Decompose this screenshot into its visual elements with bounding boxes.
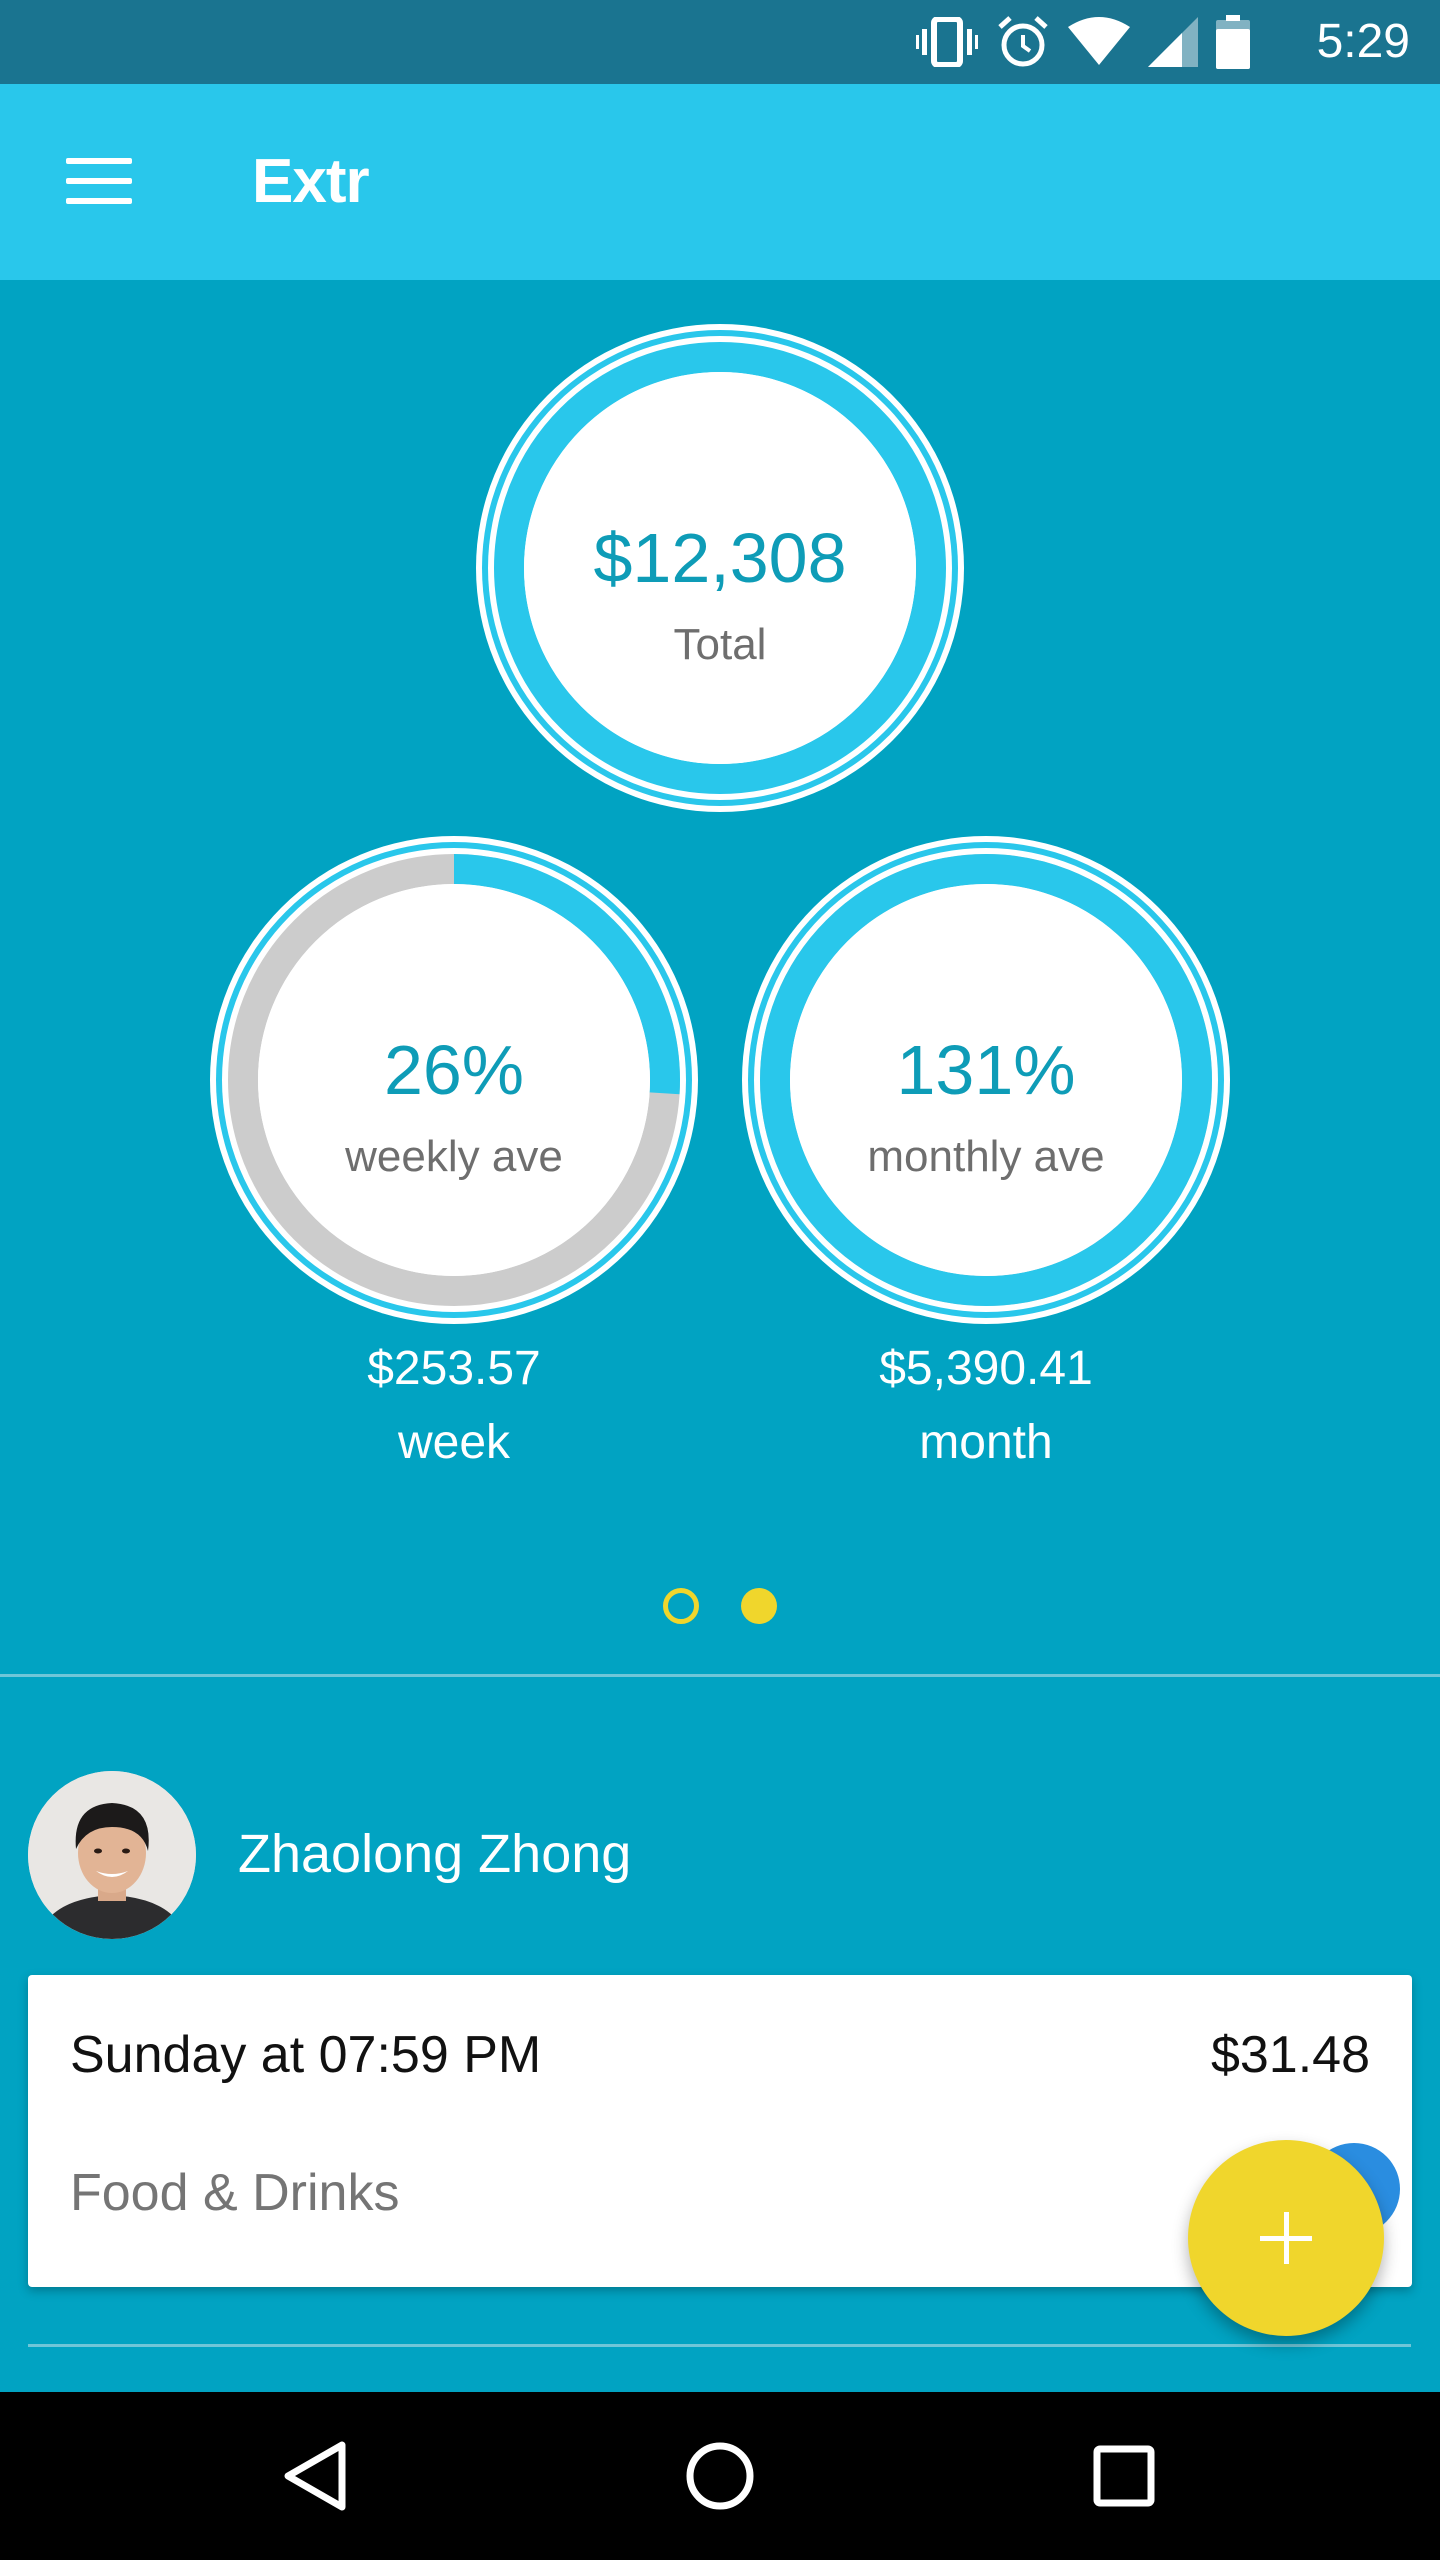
recents-icon[interactable] xyxy=(1074,2426,1174,2526)
navigation-bar xyxy=(0,2392,1440,2560)
alarm-icon xyxy=(998,16,1048,67)
page-indicator-1[interactable] xyxy=(663,1588,699,1624)
transaction-date: Sunday at 07:59 PM xyxy=(70,2026,542,2084)
monthly-summary: $5,390.41 month xyxy=(786,1332,1186,1480)
monthly-amount: $5,390.41 xyxy=(879,1342,1093,1395)
home-icon[interactable] xyxy=(670,2426,770,2526)
app-bar: Extr xyxy=(0,84,1440,280)
signal-icon xyxy=(1148,17,1198,67)
total-ring[interactable]: $12,308 Total xyxy=(474,322,966,814)
status-bar: 5:29 xyxy=(0,0,1440,84)
section-divider xyxy=(0,1674,1440,1677)
total-label: Total xyxy=(673,620,767,669)
weekly-ring[interactable]: 26% weekly ave xyxy=(208,834,700,1326)
monthly-percent: 131% xyxy=(896,1031,1076,1109)
add-expense-button[interactable] xyxy=(1188,2140,1384,2336)
weekly-summary: $253.57 week xyxy=(254,1332,654,1480)
status-icons xyxy=(916,14,1250,70)
battery-icon xyxy=(1216,15,1250,69)
weekly-label: weekly ave xyxy=(345,1132,563,1181)
avatar[interactable] xyxy=(28,1771,196,1939)
back-icon[interactable] xyxy=(266,2426,366,2526)
wifi-icon xyxy=(1068,17,1130,65)
app-title: Extr xyxy=(252,147,370,216)
monthly-period: month xyxy=(919,1416,1053,1469)
hamburger-menu-icon[interactable] xyxy=(50,146,146,218)
transaction-amount: $31.48 xyxy=(1210,2026,1370,2084)
user-name[interactable]: Zhaolong Zhong xyxy=(238,1820,631,1888)
user-photo xyxy=(28,1771,196,1939)
status-time: 5:29 xyxy=(1316,15,1410,68)
weekly-period: week xyxy=(397,1416,511,1469)
total-value: $12,308 xyxy=(593,519,847,597)
vibrate-icon xyxy=(916,17,978,67)
monthly-label: monthly ave xyxy=(867,1132,1105,1181)
monthly-ring[interactable]: 131% monthly ave xyxy=(740,834,1232,1326)
page-indicator-2[interactable] xyxy=(741,1588,777,1624)
weekly-percent: 26% xyxy=(383,1031,525,1109)
list-divider xyxy=(28,2344,1411,2347)
transaction-category: Food & Drinks xyxy=(70,2164,400,2222)
weekly-amount: $253.57 xyxy=(367,1342,541,1395)
